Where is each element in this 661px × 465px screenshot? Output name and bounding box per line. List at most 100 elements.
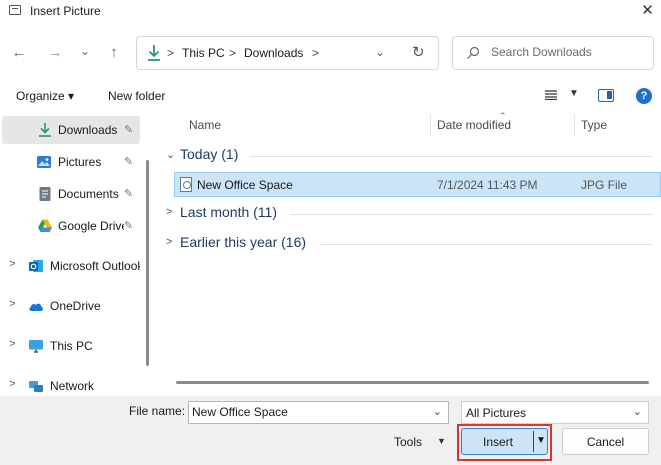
insert-options-dropdown-icon[interactable]: ▼ xyxy=(536,435,546,446)
outlook-icon xyxy=(29,260,43,272)
sidebar-item-documents[interactable]: Documents ✎ xyxy=(0,180,140,208)
sidebar-item-label: Microsoft Outlook xyxy=(50,259,140,273)
pin-icon: ✎ xyxy=(124,156,134,168)
dialog-footer: File name: ⌄ All Pictures ⌄ Tools ▼ Inse… xyxy=(0,396,661,465)
chevron-down-icon: ⌄ xyxy=(632,406,642,418)
chevron-down-icon[interactable]: ⌄ xyxy=(375,45,385,59)
search-box[interactable] xyxy=(452,36,654,70)
file-name-combobox[interactable]: ⌄ xyxy=(188,401,449,424)
window-title: Insert Picture xyxy=(30,4,101,18)
sidebar-item-label: Documents xyxy=(58,187,119,201)
sidebar-item-label: This PC xyxy=(50,339,93,353)
sidebar-item-label: OneDrive xyxy=(50,299,101,313)
up-button[interactable]: ↑ xyxy=(103,42,125,64)
onedrive-icon xyxy=(29,303,43,311)
expand-chevron-icon[interactable]: > xyxy=(9,298,15,310)
google-drive-icon xyxy=(38,219,52,232)
cancel-button[interactable]: Cancel xyxy=(562,428,649,455)
breadcrumb-separator: > xyxy=(167,46,175,60)
breadcrumb-separator: > xyxy=(312,46,320,60)
help-icon[interactable]: ? xyxy=(636,88,652,104)
sidebar-item-onedrive[interactable]: > OneDrive xyxy=(0,292,140,320)
column-divider[interactable] xyxy=(430,114,431,136)
file-date-modified: 7/1/2024 11:43 PM xyxy=(437,178,538,192)
group-divider xyxy=(319,244,653,245)
pin-icon: ✎ xyxy=(124,220,134,232)
group-header-last-month[interactable]: > Last month (11) xyxy=(158,203,661,225)
chevron-right-icon: > xyxy=(166,236,173,248)
sidebar-item-google-drive[interactable]: Google Drive ✎ xyxy=(0,212,140,240)
file-type: JPG File xyxy=(581,178,628,192)
sidebar-item-pictures[interactable]: Pictures ✎ xyxy=(0,148,140,176)
pin-icon: ✎ xyxy=(124,124,134,136)
file-row[interactable]: New Office Space 7/1/2024 11:43 PM JPG F… xyxy=(174,172,661,197)
group-divider xyxy=(290,214,653,215)
insert-button[interactable]: Insert ▼ xyxy=(461,428,548,455)
column-header-date-modified[interactable]: Date modified xyxy=(437,118,511,132)
download-icon xyxy=(148,45,160,61)
horizontal-scrollbar[interactable] xyxy=(176,381,649,384)
group-label: Today (1) xyxy=(180,146,239,162)
navigation-scrollbar[interactable] xyxy=(146,160,149,366)
group-label: Earlier this year (16) xyxy=(180,234,307,250)
chevron-down-icon[interactable]: ⌄ xyxy=(433,405,442,418)
preview-pane-icon[interactable] xyxy=(598,89,614,102)
sidebar-item-downloads[interactable]: Downloads ✎ xyxy=(2,116,140,144)
command-bar: Organize ▾ New folder ▼ ? xyxy=(0,82,661,110)
refresh-icon[interactable]: ↻ xyxy=(412,43,425,61)
expand-chevron-icon[interactable]: > xyxy=(9,258,15,270)
column-header-row: Name ⌃ Date modified Type xyxy=(158,112,661,138)
this-pc-icon xyxy=(29,340,43,353)
sidebar-item-label: Network xyxy=(50,379,95,393)
search-input[interactable] xyxy=(491,45,641,59)
group-header-today[interactable]: ⌄ Today (1) xyxy=(158,145,661,167)
split-divider xyxy=(533,431,534,452)
forward-button[interactable]: → xyxy=(44,42,66,64)
sidebar-item-label: Downloads xyxy=(58,123,118,137)
tools-button[interactable]: Tools xyxy=(394,435,422,449)
title-bar: Insert Picture ✕ xyxy=(0,0,661,24)
file-name: New Office Space xyxy=(197,178,293,192)
file-name-input[interactable] xyxy=(192,405,422,419)
group-label: Last month (11) xyxy=(180,204,278,220)
column-header-name[interactable]: Name xyxy=(189,118,221,132)
file-type-filter[interactable]: All Pictures ⌄ xyxy=(461,401,649,424)
file-list: Name ⌃ Date modified Type ⌄ Today (1) Ne… xyxy=(158,112,661,396)
pictures-icon xyxy=(37,156,51,168)
recent-locations-button[interactable]: ⌄ xyxy=(74,40,96,62)
pin-icon: ✎ xyxy=(124,188,134,200)
close-button[interactable]: ✕ xyxy=(634,0,661,22)
file-name-label: File name: xyxy=(129,404,186,418)
cancel-button-label: Cancel xyxy=(586,435,625,449)
organize-button[interactable]: Organize ▾ xyxy=(16,89,74,103)
expand-chevron-icon[interactable]: > xyxy=(9,338,15,350)
column-divider[interactable] xyxy=(574,114,575,136)
sidebar-item-microsoft-outlook[interactable]: > Microsoft Outlook xyxy=(0,252,140,280)
download-icon xyxy=(39,123,51,137)
file-type-filter-value: All Pictures xyxy=(466,406,527,420)
back-button[interactable]: ← xyxy=(8,42,30,64)
group-divider xyxy=(250,156,653,157)
window-icon xyxy=(9,5,21,15)
tools-dropdown-icon[interactable]: ▼ xyxy=(437,436,446,446)
chevron-right-icon: > xyxy=(166,206,173,218)
breadcrumb-separator: > xyxy=(229,46,237,60)
network-icon xyxy=(29,381,43,392)
breadcrumb-downloads[interactable]: Downloads xyxy=(244,46,303,60)
new-folder-button[interactable]: New folder xyxy=(108,89,165,103)
sidebar-item-this-pc[interactable]: > This PC xyxy=(0,332,140,360)
navigation-pane: Downloads ✎ Pictures ✎ Documents ✎ Googl… xyxy=(0,112,150,396)
column-header-type[interactable]: Type xyxy=(581,118,607,132)
sidebar-item-label: Pictures xyxy=(58,155,102,169)
documents-icon xyxy=(39,187,51,201)
sidebar-item-network[interactable]: > Network xyxy=(0,372,140,396)
view-list-icon[interactable] xyxy=(545,90,557,100)
search-icon xyxy=(467,46,480,59)
view-options-dropdown[interactable]: ▼ xyxy=(569,88,579,99)
sidebar-item-label: Google Drive xyxy=(58,219,124,233)
group-header-earlier-this-year[interactable]: > Earlier this year (16) xyxy=(158,233,661,255)
expand-chevron-icon[interactable]: > xyxy=(9,378,15,390)
address-bar[interactable]: > This PC > Downloads > ⌄ ↻ xyxy=(136,36,439,70)
breadcrumb-this-pc[interactable]: This PC xyxy=(182,46,225,60)
insert-button-label: Insert xyxy=(482,435,513,449)
